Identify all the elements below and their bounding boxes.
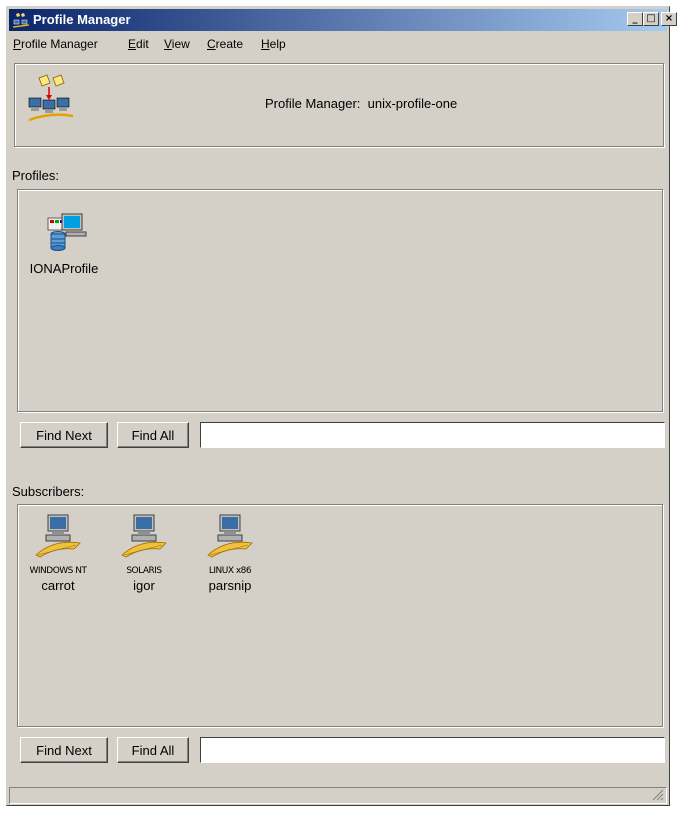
profiles-label: Profiles:: [12, 168, 59, 183]
title-bar[interactable]: Profile Manager _ □ ×: [9, 9, 677, 31]
subscriber-item-parsnip[interactable]: LINUX x86 parsnip: [190, 511, 270, 593]
minimize-icon: _: [632, 13, 638, 24]
os-label: LINUX x86: [208, 566, 252, 576]
menu-bar: Profile Manager Edit View Create Help: [9, 34, 667, 54]
os-label: SOLARIS: [126, 566, 162, 576]
subscribers-label: Subscribers:: [12, 484, 85, 499]
header-panel: Profile Manager: unix-profile-one: [14, 63, 664, 147]
os-label: WINDOWS NT: [29, 566, 87, 576]
subscriber-item-carrot[interactable]: WINDOWS NT carrot: [18, 511, 98, 593]
close-button[interactable]: ×: [661, 12, 677, 26]
resize-grip-icon[interactable]: [652, 789, 664, 801]
profile-item[interactable]: IONAProfile: [24, 212, 104, 276]
status-bar: [9, 787, 667, 804]
maximize-button[interactable]: □: [643, 12, 659, 26]
profile-name: IONAProfile: [29, 261, 99, 276]
subscriber-name: parsnip: [208, 578, 252, 593]
subscriber-name: igor: [133, 578, 155, 593]
computer-icon: [35, 514, 81, 558]
subscriber-item-igor[interactable]: SOLARIS igor: [104, 511, 184, 593]
menu-edit[interactable]: Edit: [128, 37, 149, 51]
computer-icon: [207, 514, 253, 558]
subscribers-list: WINDOWS NT carrot SOLARIS igor LINUX x86…: [17, 504, 663, 727]
subscribers-search-input[interactable]: [200, 737, 665, 763]
menu-profile-manager[interactable]: Profile Manager: [13, 37, 98, 51]
app-icon: [13, 13, 29, 28]
menu-help[interactable]: Help: [261, 37, 286, 51]
maximize-icon: □: [646, 13, 656, 24]
profile-manager-icon: [28, 74, 74, 122]
subscribers-find-next-button[interactable]: Find Next: [20, 737, 108, 763]
close-icon: ×: [664, 13, 674, 24]
subscribers-find-all-button[interactable]: Find All: [117, 737, 189, 763]
profiles-list: IONAProfile: [17, 189, 663, 412]
profiles-search-input[interactable]: [200, 422, 665, 448]
profiles-find-next-button[interactable]: Find Next: [20, 422, 108, 448]
menu-create[interactable]: Create: [207, 37, 243, 51]
minimize-button[interactable]: _: [627, 12, 643, 26]
menu-view[interactable]: View: [164, 37, 190, 51]
profile-manager-window: Profile Manager _ □ × Profile Manager Ed…: [6, 6, 677, 806]
computer-icon: [121, 514, 167, 558]
database-computer-icon: [47, 213, 87, 251]
profiles-find-all-button[interactable]: Find All: [117, 422, 189, 448]
subscriber-name: carrot: [41, 578, 75, 593]
header-title: Profile Manager: unix-profile-one: [265, 96, 458, 111]
window-title: Profile Manager: [33, 12, 131, 27]
